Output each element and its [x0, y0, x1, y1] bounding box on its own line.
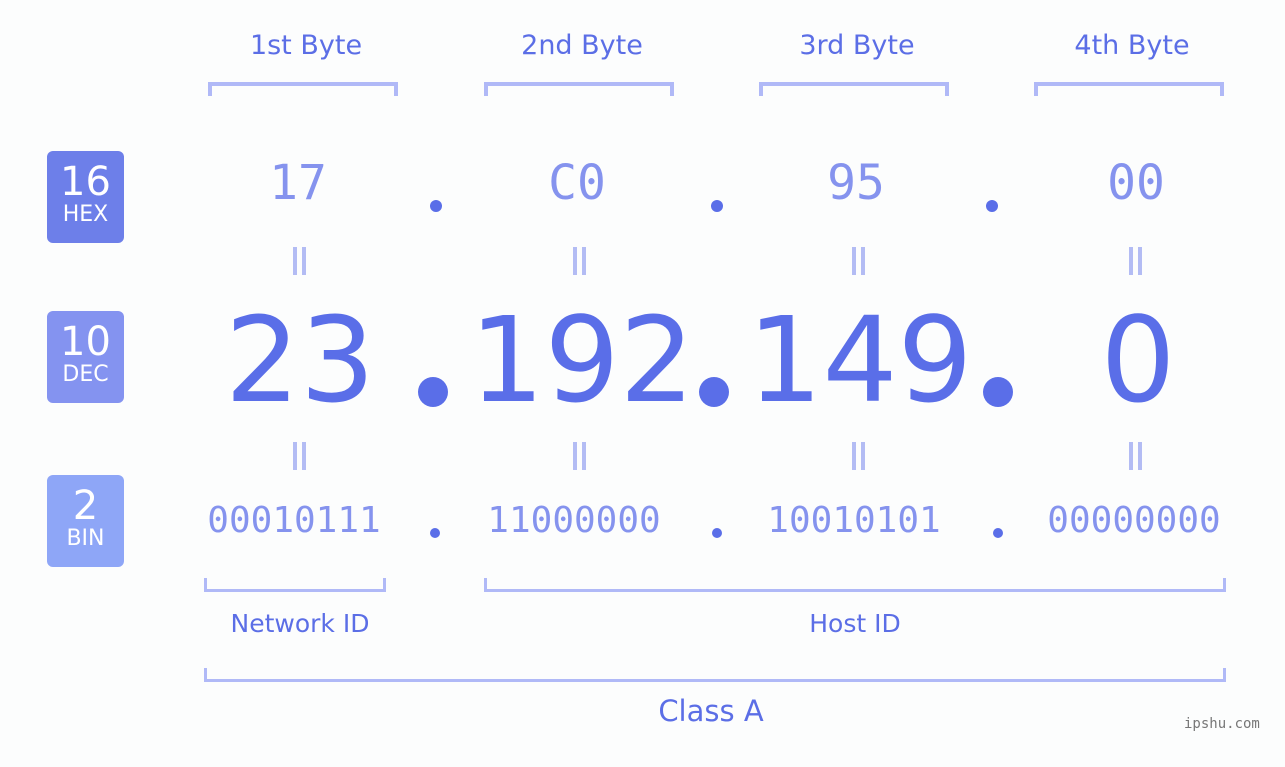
network-id-bracket — [204, 578, 386, 592]
hex-badge-label: HEX — [62, 202, 109, 227]
hex-badge-number: 16 — [60, 159, 111, 205]
equals-icon — [291, 442, 307, 470]
dec-separator-dot — [418, 377, 448, 407]
byte-header-2: 2nd Byte — [521, 30, 643, 61]
hex-byte-3: 95 — [827, 155, 885, 211]
byte-bracket-4 — [1034, 82, 1224, 96]
class-bracket — [204, 668, 1226, 682]
equals-icon — [850, 442, 866, 470]
byte-header-1: 1st Byte — [249, 30, 363, 61]
bin-byte-2: 11000000 — [487, 500, 661, 541]
byte-bracket-3 — [759, 82, 949, 96]
byte-bracket-2 — [484, 82, 674, 96]
byte-header-4: 4th Byte — [1074, 30, 1190, 61]
equals-icon — [291, 247, 307, 275]
class-label: Class A — [658, 694, 764, 728]
host-id-bracket — [484, 578, 1226, 592]
bin-byte-1: 00010111 — [207, 500, 381, 541]
equals-icon — [571, 247, 587, 275]
dec-byte-4: 0 — [1100, 291, 1176, 429]
hex-byte-4: 00 — [1107, 155, 1165, 211]
hex-separator-dot — [711, 200, 723, 212]
equals-icon — [850, 247, 866, 275]
dec-byte-1: 23 — [224, 291, 376, 429]
dec-byte-2: 192 — [469, 291, 695, 429]
hex-byte-2: C0 — [548, 155, 606, 211]
watermark: ipshu.com — [1184, 716, 1260, 732]
bin-separator-dot — [712, 528, 722, 538]
dec-badge-number: 10 — [60, 319, 111, 365]
dec-separator-dot — [983, 377, 1013, 407]
host-id-label: Host ID — [809, 609, 901, 638]
hex-byte-1: 17 — [269, 155, 327, 211]
bin-byte-4: 00000000 — [1047, 500, 1221, 541]
dec-separator-dot — [699, 377, 729, 407]
network-id-label: Network ID — [230, 609, 370, 638]
byte-bracket-1 — [208, 82, 398, 96]
bin-badge-label: BIN — [66, 526, 105, 551]
bin-badge: 2 BIN — [47, 475, 124, 567]
bin-separator-dot — [430, 528, 440, 538]
hex-separator-dot — [430, 200, 442, 212]
hex-separator-dot — [986, 200, 998, 212]
bin-separator-dot — [993, 528, 1003, 538]
dec-badge: 10 DEC — [47, 311, 124, 403]
equals-icon — [571, 442, 587, 470]
dec-badge-label: DEC — [62, 362, 109, 387]
hex-badge: 16 HEX — [47, 151, 124, 243]
equals-icon — [1127, 442, 1143, 470]
bin-byte-3: 10010101 — [767, 500, 941, 541]
byte-header-3: 3rd Byte — [799, 30, 915, 61]
dec-byte-3: 149 — [747, 291, 973, 429]
equals-icon — [1127, 247, 1143, 275]
bin-badge-number: 2 — [72, 483, 99, 529]
